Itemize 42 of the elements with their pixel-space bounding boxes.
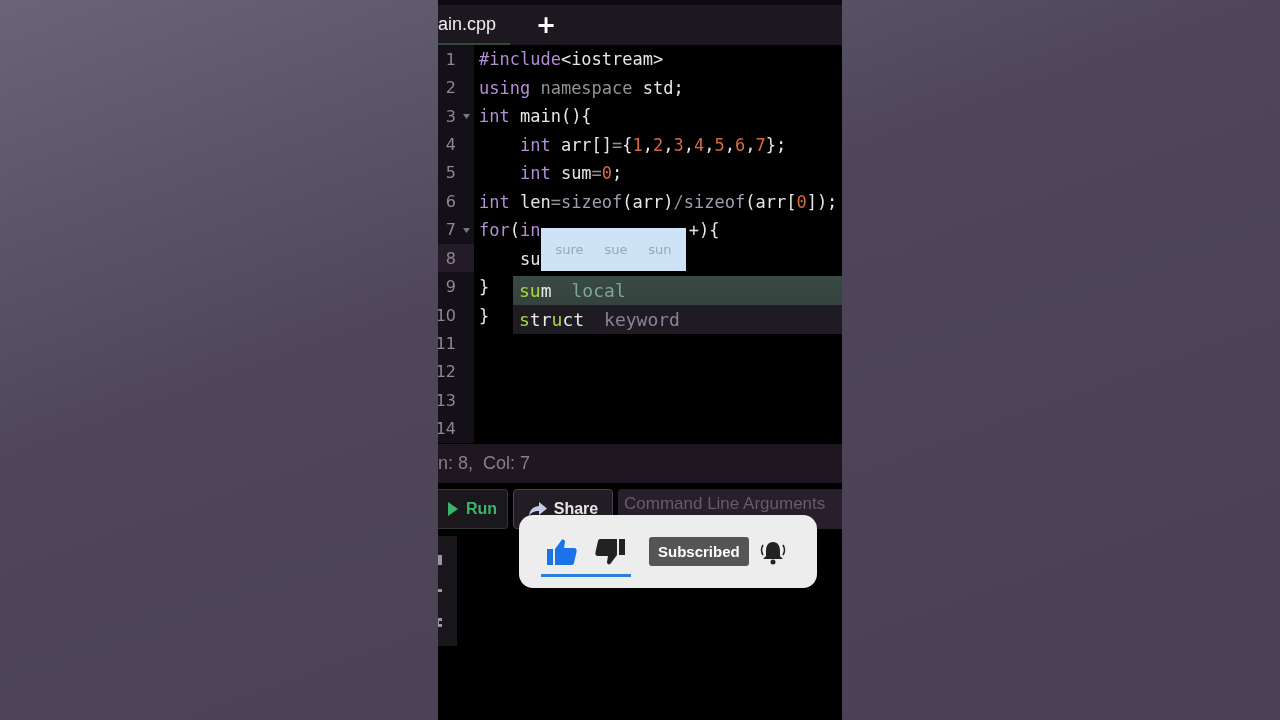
thumbs-up-icon (547, 538, 577, 566)
hint-word: sue (604, 242, 628, 257)
cursor-position: n: 8, Col: 7 (438, 453, 531, 474)
code-line: #include<iostream> (479, 48, 664, 71)
code-line: su (518, 247, 541, 271)
hint-word: sure (555, 242, 584, 257)
code-line: int arr[]={1,2,3,4,5,6,7}; (518, 133, 787, 157)
subscribe-button[interactable]: Subscribed (649, 537, 749, 566)
line-number: 9 (445, 277, 456, 297)
line-number: 11 (438, 333, 456, 353)
line-number: 13 (438, 390, 456, 410)
fold-icon[interactable] (463, 227, 470, 233)
code-line: for(in +){ (479, 219, 720, 242)
thumbs-down-icon (595, 538, 625, 566)
line-number: 3 (445, 106, 456, 126)
line-number: 7 (445, 220, 456, 240)
line-number: 10 (438, 305, 456, 325)
line-number: 8 (445, 248, 456, 268)
play-icon (447, 502, 458, 516)
code-line: using namespace std; (479, 76, 684, 100)
line-number: 1 (445, 49, 456, 69)
code-line: int sum=0; (518, 162, 623, 185)
code-line: } (479, 304, 490, 328)
suggestion-item[interactable]: sum local (513, 276, 842, 305)
line-number: 14 (438, 419, 456, 439)
line-number: 5 (445, 163, 456, 183)
code-line: } (479, 276, 490, 299)
line-number: 2 (445, 78, 456, 98)
new-tab-button[interactable]: + (530, 5, 563, 45)
code-line: int main(){ (479, 105, 592, 128)
run-button[interactable]: Run (438, 489, 508, 529)
sidebar-icon[interactable] (438, 615, 443, 629)
line-number: 4 (445, 134, 456, 154)
sidebar-icon[interactable] (438, 553, 443, 567)
hint-word: sun (648, 242, 672, 257)
share-arrow-icon (527, 501, 548, 517)
line-number: 6 (445, 191, 456, 211)
code-line: int len=sizeof(arr)/sizeof(arr[0]); (479, 190, 838, 214)
dislike-button[interactable] (595, 538, 625, 566)
fold-icon[interactable] (463, 113, 470, 119)
line-number: 12 (438, 362, 456, 382)
like-button[interactable] (547, 538, 577, 566)
